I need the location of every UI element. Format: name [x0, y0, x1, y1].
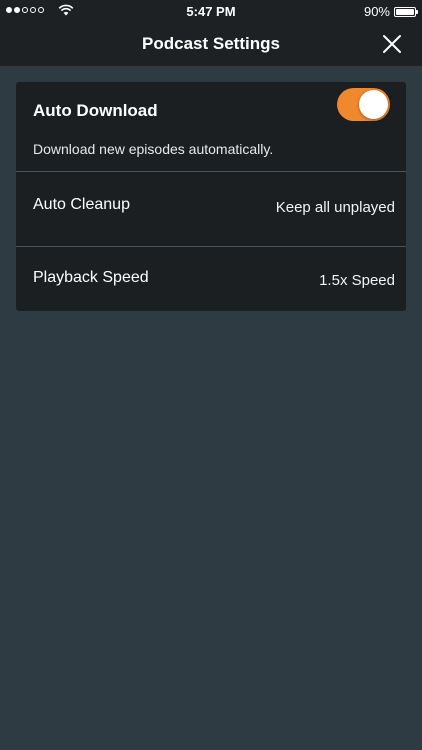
playback-speed-value: 1.5x Speed — [319, 272, 395, 289]
auto-cleanup-label: Auto Cleanup — [33, 196, 130, 213]
battery-percent: 90% — [363, 4, 390, 19]
settings-card: Auto Download Download new episodes auto… — [16, 82, 406, 311]
podcast-settings-screen: 5:47 PM 90% Podcast Settings Auto Downlo… — [0, 0, 422, 750]
nav-bar: Podcast Settings — [0, 22, 422, 66]
close-icon[interactable] — [380, 32, 404, 56]
page-title: Podcast Settings — [142, 34, 280, 53]
playback-speed-row[interactable]: Playback Speed 1.5x Speed — [16, 247, 406, 310]
auto-download-title: Auto Download — [33, 101, 158, 120]
toggle-knob — [359, 90, 388, 119]
battery-icon — [394, 6, 418, 17]
auto-cleanup-row[interactable]: Auto Cleanup Keep all unplayed — [16, 172, 406, 247]
status-time: 5:47 PM — [186, 4, 236, 19]
auto-cleanup-value: Keep all unplayed — [275, 199, 395, 216]
battery-fill — [396, 8, 414, 15]
status-right: 90% — [363, 4, 418, 19]
auto-download-row: Auto Download Download new episodes auto… — [16, 82, 406, 172]
auto-download-toggle[interactable] — [337, 88, 390, 121]
playback-speed-label: Playback Speed — [33, 269, 149, 286]
status-bar: 5:47 PM 90% — [0, 0, 422, 22]
auto-download-description: Download new episodes automatically. — [33, 141, 274, 157]
